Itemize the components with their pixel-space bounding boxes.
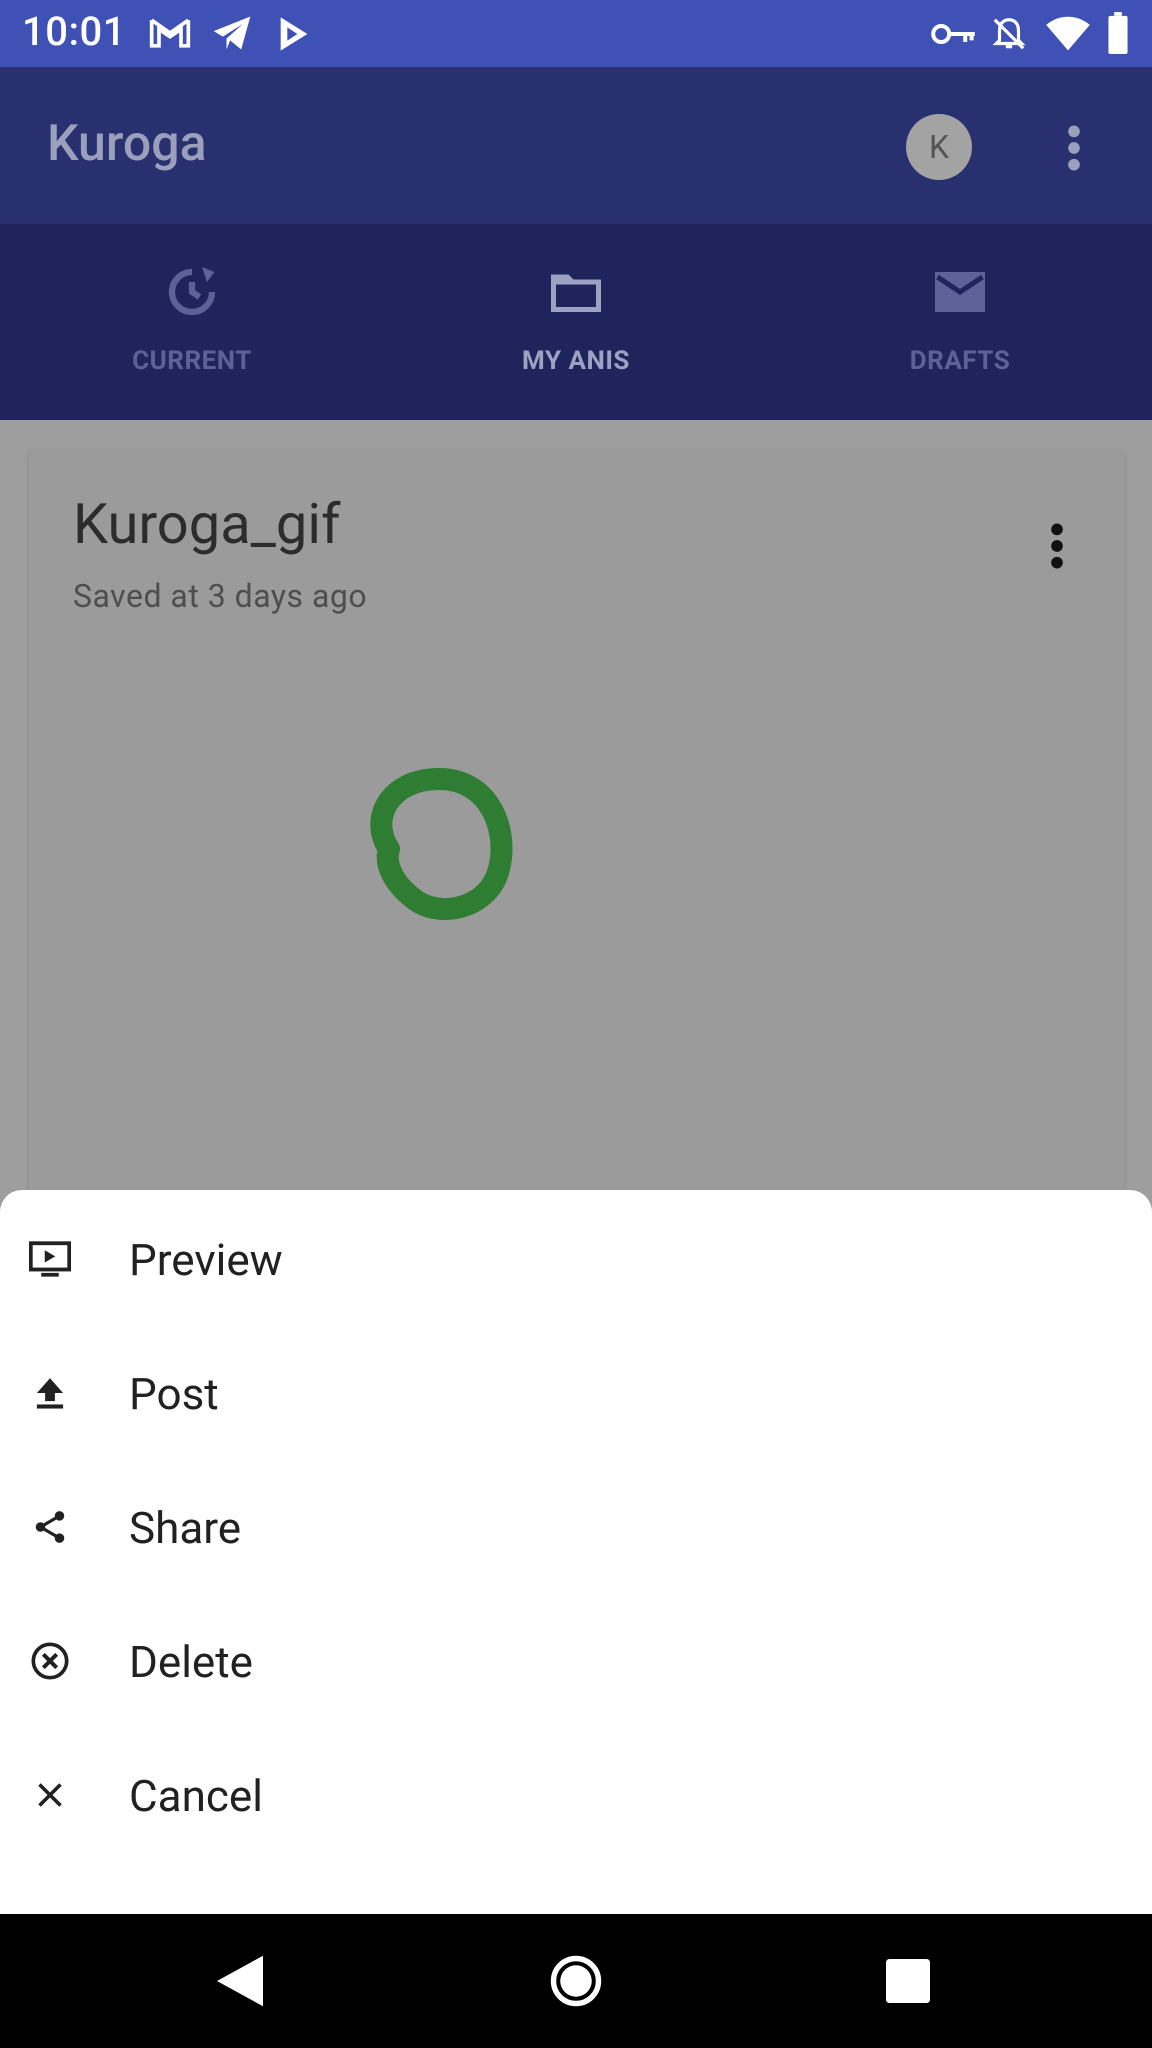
tab-my-anis-label: MY ANIS (522, 346, 630, 376)
navigation-bar (0, 1914, 1152, 2048)
sheet-item-post[interactable]: Post (0, 1324, 1152, 1458)
sheet-item-delete[interactable]: Delete (0, 1592, 1152, 1726)
close-icon (28, 1773, 72, 1817)
sheet-item-share[interactable]: Share (0, 1458, 1152, 1592)
app-title: Kuroga (47, 115, 207, 173)
sheet-item-cancel[interactable]: Cancel (0, 1726, 1152, 1860)
back-button[interactable] (180, 1914, 300, 2048)
telegram-icon (213, 16, 251, 50)
back-triangle-icon (217, 1955, 263, 2007)
status-bar: 10:01 (0, 0, 1152, 67)
share-icon (28, 1505, 72, 1549)
more-vert-icon[interactable] (1047, 521, 1067, 571)
history-icon (168, 267, 216, 316)
animation-preview-drawing (370, 768, 513, 920)
bottom-sheet: Preview Post Share Delete Cancel (0, 1190, 1152, 1914)
sheet-item-share-label: Share (129, 1502, 242, 1554)
delete-circle-icon (28, 1639, 72, 1683)
card-title: Kuroga_gif (73, 491, 341, 557)
upload-icon (28, 1371, 72, 1415)
tab-my-anis[interactable]: MY ANIS (384, 224, 768, 420)
preview-icon (28, 1237, 72, 1281)
tab-bar: CURRENT MY ANIS DRAFTS (0, 224, 1152, 644)
tab-current-label: CURRENT (132, 346, 252, 376)
app-bar: Kuroga K (0, 67, 1152, 224)
more-vert-icon[interactable] (1062, 123, 1086, 173)
card-subtitle: Saved at 3 days ago (73, 577, 368, 615)
recents-square-icon (886, 1959, 930, 2003)
sheet-item-cancel-label: Cancel (129, 1770, 263, 1822)
notifications-off-icon (992, 18, 1026, 50)
gmail-icon (149, 18, 191, 48)
tab-drafts[interactable]: DRAFTS (768, 224, 1152, 420)
sheet-item-delete-label: Delete (129, 1636, 253, 1688)
tab-current[interactable]: CURRENT (0, 224, 384, 420)
sheet-item-post-label: Post (129, 1368, 219, 1420)
play-store-icon (280, 17, 308, 51)
battery-icon (1108, 12, 1128, 54)
home-circle-icon (550, 1955, 602, 2007)
animation-card[interactable]: Kuroga_gif Saved at 3 days ago (29, 449, 1124, 1249)
avatar[interactable]: K (906, 114, 972, 180)
home-button[interactable] (516, 1914, 636, 2048)
sheet-item-preview[interactable]: Preview (0, 1190, 1152, 1324)
status-time: 10:01 (22, 8, 126, 55)
recents-button[interactable] (848, 1914, 968, 2048)
wifi-icon (1046, 16, 1090, 51)
vpn-key-icon (931, 24, 975, 44)
avatar-letter: K (928, 128, 950, 166)
folder-icon (551, 274, 601, 312)
sheet-item-preview-label: Preview (129, 1234, 283, 1286)
tab-drafts-label: DRAFTS (909, 346, 1011, 376)
mail-icon (935, 272, 985, 312)
